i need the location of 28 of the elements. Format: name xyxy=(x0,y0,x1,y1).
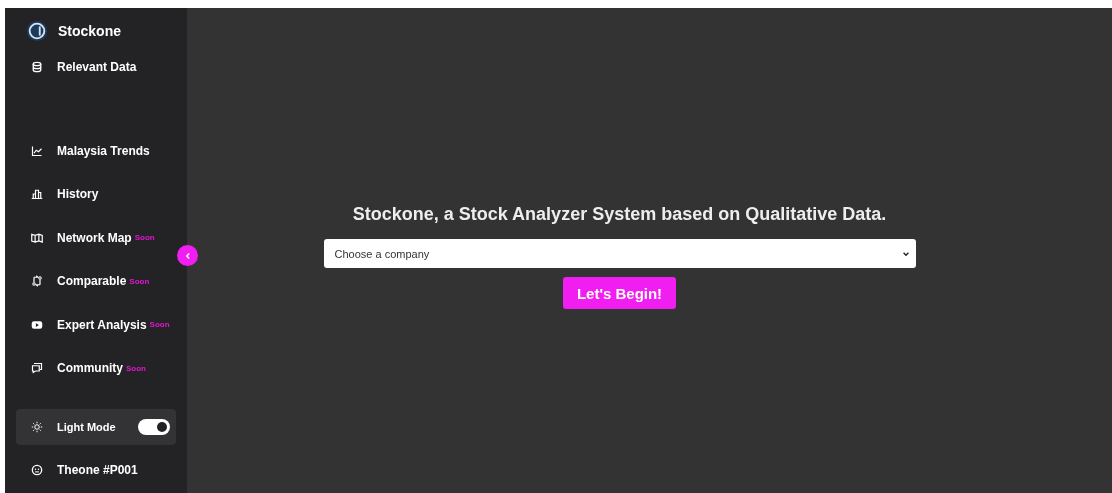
nav-item[interactable]: History xyxy=(16,181,176,207)
light-mode-toggle[interactable] xyxy=(138,418,170,435)
nav-item[interactable]: Relevant Data xyxy=(16,54,176,80)
soon-label: Soon xyxy=(126,363,146,373)
logo-icon xyxy=(26,20,48,42)
soon-label: Soon xyxy=(149,320,170,329)
nav-item[interactable]: Malaysia Trends xyxy=(16,137,176,164)
line-chart-icon xyxy=(31,144,43,157)
map-icon xyxy=(31,231,43,244)
nav-item[interactable]: Community Soon xyxy=(16,355,176,381)
bar-chart-icon xyxy=(31,188,43,200)
video-icon xyxy=(31,318,43,331)
nav-item[interactable]: Expert Analysis Soon xyxy=(16,311,176,338)
soon-label: Soon xyxy=(134,233,155,242)
soon-label: Soon xyxy=(129,276,150,286)
database-icon xyxy=(31,61,43,73)
nav-item[interactable]: Network Map Soon xyxy=(16,224,176,251)
sun-icon xyxy=(31,420,43,433)
user-profile[interactable]: Theone #P001 xyxy=(16,456,176,483)
page-heading: Stockone, a Stock Analyzer System based on Qualitative Data. xyxy=(352,204,887,225)
light-mode-label: Light Mode xyxy=(57,420,117,433)
company-select[interactable]: Choose a company xyxy=(323,239,916,268)
chat-icon xyxy=(31,362,43,374)
brand-name: Stockone xyxy=(58,23,121,39)
compare-arrows-icon xyxy=(31,275,43,287)
nav-item[interactable]: Comparable Soon xyxy=(16,268,176,294)
smiley-icon xyxy=(31,463,43,476)
chevron-left-icon xyxy=(183,251,192,260)
